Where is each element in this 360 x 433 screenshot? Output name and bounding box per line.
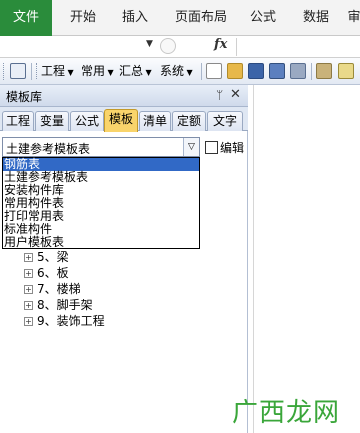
tab-project[interactable]: 工程 bbox=[2, 111, 34, 131]
menu-common-label: 常用 bbox=[81, 64, 106, 78]
tab-templates[interactable]: 模板 bbox=[104, 109, 138, 132]
tree-item-label: 9、装饰工程 bbox=[37, 314, 105, 328]
tab-formulas[interactable]: 公式 bbox=[246, 7, 280, 29]
tab-text[interactable]: 文字 bbox=[207, 111, 243, 131]
watermark: 广西龙网 bbox=[232, 398, 341, 428]
menu-common[interactable]: 常用 ▼ bbox=[81, 63, 114, 80]
tab-review[interactable]: 审 bbox=[346, 7, 360, 29]
panel-tabs: 工程 变量 公式 模板 清单 定额 文字 bbox=[0, 107, 248, 132]
tab-page-layout[interactable]: 页面布局 bbox=[170, 7, 232, 29]
print-icon[interactable] bbox=[290, 63, 306, 79]
formula-bar: ▼ fx bbox=[0, 36, 360, 58]
template-dropdown-list: 钢筋表 土建参考模板表 安装构件库 常用构件表 打印常用表 标准构件 用户模板表 bbox=[2, 157, 200, 249]
tree-item-label: 6、板 bbox=[37, 266, 69, 280]
tree-item[interactable]: +9、装饰工程 bbox=[24, 313, 105, 329]
panel-toggle-icon[interactable] bbox=[10, 63, 26, 79]
panel-splitter[interactable] bbox=[253, 85, 254, 433]
expand-icon[interactable]: + bbox=[24, 285, 33, 294]
template-select-value: 土建参考模板表 bbox=[6, 142, 91, 156]
chevron-down-icon: ▼ bbox=[65, 68, 74, 77]
expand-icon[interactable]: + bbox=[24, 253, 33, 262]
tab-data[interactable]: 数据 bbox=[299, 7, 333, 29]
chevron-down-icon: ▼ bbox=[105, 68, 114, 77]
tab-home[interactable]: 开始 bbox=[66, 7, 100, 29]
insert-function-icon[interactable]: fx bbox=[214, 37, 227, 52]
formula-bar-grip-icon[interactable] bbox=[160, 38, 176, 54]
save-all-icon[interactable] bbox=[269, 63, 285, 79]
expand-icon[interactable]: + bbox=[24, 269, 33, 278]
edit-checkbox-label: 编辑 bbox=[220, 141, 245, 155]
toolbar-separator bbox=[311, 63, 312, 80]
toolbar: 工程 ▼ 常用 ▼ 汇总 ▼ 系统 ▼ bbox=[0, 58, 360, 85]
ribbon-tab-bar: 文件 开始 插入 页面布局 公式 数据 审 bbox=[0, 0, 360, 36]
menu-project[interactable]: 工程 ▼ bbox=[41, 63, 74, 80]
expand-icon[interactable]: + bbox=[24, 317, 33, 326]
menu-summary[interactable]: 汇总 ▼ bbox=[119, 63, 152, 80]
panel-title: 模板库 bbox=[6, 90, 43, 104]
tree-item-label: 8、脚手架 bbox=[37, 298, 93, 312]
new-file-icon[interactable] bbox=[206, 63, 222, 79]
template-select[interactable]: 土建参考模板表 ▽ bbox=[2, 137, 200, 157]
tree-item-label: 7、楼梯 bbox=[37, 282, 81, 296]
save-icon[interactable] bbox=[248, 63, 264, 79]
tree-item[interactable]: +8、脚手架 bbox=[24, 297, 93, 313]
tree-item[interactable]: +5、梁 bbox=[24, 249, 69, 265]
chevron-down-icon: ▼ bbox=[184, 68, 193, 77]
dropdown-option-user[interactable]: 用户模板表 bbox=[3, 236, 199, 249]
panel-title-bar: 模板库 ᛘ ✕ bbox=[0, 85, 248, 107]
tree-item[interactable]: +7、楼梯 bbox=[24, 281, 81, 297]
menu-system[interactable]: 系统 ▼ bbox=[160, 63, 193, 80]
tree-item[interactable]: +6、板 bbox=[24, 265, 69, 281]
pin-icon[interactable]: ᛘ bbox=[216, 88, 223, 102]
tab-variables[interactable]: 变量 bbox=[35, 111, 69, 131]
tree-item-label: 5、梁 bbox=[37, 250, 69, 264]
tab-formulas[interactable]: 公式 bbox=[70, 111, 104, 131]
tab-bill[interactable]: 清单 bbox=[139, 111, 171, 131]
close-icon[interactable]: ✕ bbox=[230, 87, 241, 102]
menu-summary-label: 汇总 bbox=[119, 64, 144, 78]
properties-icon[interactable] bbox=[316, 63, 332, 79]
name-box-dropdown-icon[interactable]: ▼ bbox=[146, 39, 153, 49]
toolbar-grip-2 bbox=[36, 63, 39, 79]
menu-system-label: 系统 bbox=[160, 64, 185, 78]
template-library-panel: 模板库 ᛘ ✕ 工程 变量 公式 模板 清单 定额 文字 土建参考模板表 ▽ 编… bbox=[0, 85, 248, 433]
tab-insert[interactable]: 插入 bbox=[118, 7, 152, 29]
tab-file[interactable]: 文件 bbox=[0, 0, 52, 36]
toolbar-grip[interactable] bbox=[3, 63, 6, 80]
menu-project-label: 工程 bbox=[41, 64, 66, 78]
toolbar-separator bbox=[31, 63, 32, 80]
edit-icon[interactable] bbox=[338, 63, 354, 79]
open-folder-icon[interactable] bbox=[227, 63, 243, 79]
toolbar-separator bbox=[201, 63, 202, 80]
chevron-down-icon: ▼ bbox=[143, 68, 152, 77]
chevron-down-icon[interactable]: ▽ bbox=[183, 138, 199, 156]
expand-icon[interactable]: + bbox=[24, 301, 33, 310]
template-tree: +5、梁 +6、板 +7、楼梯 +8、脚手架 +9、装饰工程 bbox=[0, 249, 248, 339]
edit-checkbox[interactable] bbox=[205, 141, 218, 154]
tab-quota[interactable]: 定额 bbox=[172, 111, 206, 131]
formula-input[interactable] bbox=[236, 38, 360, 56]
